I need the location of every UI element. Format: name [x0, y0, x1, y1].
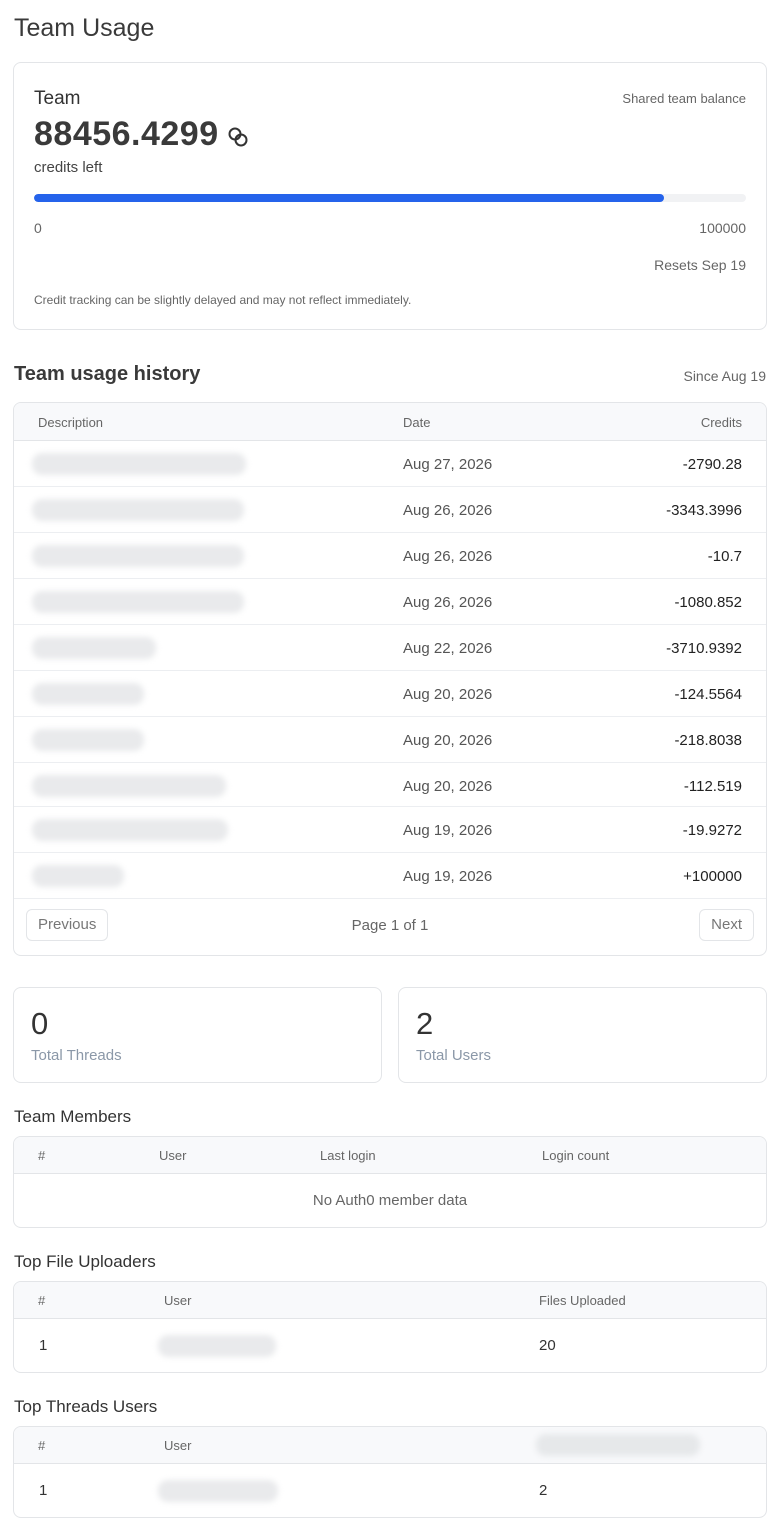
- row-credits: -1080.852: [674, 594, 742, 611]
- table-row: Aug 20, 2026 -124.5564: [14, 671, 766, 717]
- table-row: Aug 26, 2026 -10.7: [14, 533, 766, 579]
- credits-row: 88456.4299: [34, 115, 249, 154]
- redacted-description: [32, 545, 244, 567]
- top-file-uploaders-title: Top File Uploaders: [14, 1252, 156, 1271]
- row-credits: -2790.28: [682, 456, 742, 473]
- column-number: #: [38, 1438, 46, 1453]
- redacted-description: [32, 499, 244, 521]
- top-file-uploaders-table: # User Files Uploaded 1 20: [13, 1281, 767, 1373]
- progress-max-label: 100000: [699, 220, 746, 236]
- column-files-uploaded: Files Uploaded: [539, 1293, 626, 1308]
- table-row: Aug 22, 2026 -3710.9392: [14, 625, 766, 671]
- redacted-description: [32, 775, 226, 797]
- row-date: Aug 20, 2026: [403, 686, 493, 703]
- total-threads-card: 0 Total Threads: [13, 987, 382, 1083]
- redacted-column-header: [536, 1434, 700, 1456]
- top-threads-users-table: # User 1 2: [13, 1426, 767, 1518]
- empty-state-message: No Auth0 member data: [312, 1192, 468, 1209]
- column-user: User: [159, 1148, 187, 1163]
- redacted-description: [32, 637, 156, 659]
- table-row: Aug 27, 2026 -2790.28: [14, 441, 766, 487]
- table-row: Aug 19, 2026 +100000: [14, 853, 766, 899]
- row-date: Aug 20, 2026: [403, 778, 493, 795]
- team-balance-card: Team Shared team balance 88456.4299 cred…: [13, 62, 767, 330]
- row-date: Aug 26, 2026: [403, 548, 493, 565]
- column-number: #: [38, 1148, 46, 1163]
- page-title: Team Usage: [14, 14, 155, 42]
- total-users-label: Total Users: [416, 1047, 492, 1064]
- column-login-count: Login count: [542, 1148, 610, 1163]
- column-description: Description: [38, 415, 104, 430]
- row-date: Aug 19, 2026: [403, 822, 493, 839]
- table-header: Description Date Credits: [14, 403, 766, 441]
- redacted-user: [158, 1335, 276, 1357]
- row-credits: -3710.9392: [666, 640, 742, 657]
- next-button[interactable]: Next: [699, 909, 754, 941]
- column-date: Date: [403, 415, 431, 430]
- team-members-title: Team Members: [14, 1107, 132, 1126]
- resets-label: Resets Sep 19: [654, 257, 746, 273]
- redacted-description: [32, 819, 228, 841]
- row-date: Aug 22, 2026: [403, 640, 493, 657]
- redacted-description: [32, 683, 144, 705]
- table-header: # User Last login Login count: [14, 1137, 766, 1174]
- row-date: Aug 26, 2026: [403, 594, 493, 611]
- table-row: Aug 20, 2026 -218.8038: [14, 717, 766, 763]
- total-users-value: 2: [416, 1006, 434, 1041]
- redacted-description: [32, 729, 144, 751]
- row-date: Aug 27, 2026: [403, 456, 493, 473]
- shared-balance-label: Shared team balance: [622, 91, 746, 106]
- table-row: 1 20: [14, 1319, 766, 1372]
- column-user: User: [164, 1438, 192, 1453]
- redacted-description: [32, 591, 244, 613]
- redacted-user: [158, 1480, 278, 1502]
- redacted-description: [32, 865, 124, 887]
- row-credits: +100000: [683, 868, 742, 885]
- table-row: Aug 26, 2026 -3343.3996: [14, 487, 766, 533]
- coins-icon: [227, 126, 249, 148]
- top-threads-users-title: Top Threads Users: [14, 1397, 158, 1416]
- pagination: Previous Page 1 of 1 Next: [14, 899, 766, 955]
- row-number: 1: [39, 1482, 48, 1499]
- row-credits: -218.8038: [674, 732, 742, 749]
- total-users-card: 2 Total Users: [398, 987, 767, 1083]
- row-date: Aug 20, 2026: [403, 732, 493, 749]
- empty-row: No Auth0 member data: [14, 1174, 766, 1227]
- credits-progress-bar: [34, 194, 746, 202]
- row-number: 1: [39, 1337, 48, 1354]
- row-credits: -124.5564: [674, 686, 742, 703]
- row-date: Aug 26, 2026: [403, 502, 493, 519]
- progress-min-label: 0: [34, 220, 42, 236]
- column-number: #: [38, 1293, 46, 1308]
- row-credits: -19.9272: [682, 822, 742, 839]
- table-header: # User Files Uploaded: [14, 1282, 766, 1319]
- total-threads-value: 0: [31, 1006, 49, 1041]
- table-row: 1 2: [14, 1464, 766, 1517]
- table-row: Aug 26, 2026 -1080.852: [14, 579, 766, 625]
- team-label: Team: [34, 88, 81, 109]
- since-label: Since Aug 19: [683, 368, 766, 384]
- team-members-table: # User Last login Login count No Auth0 m…: [13, 1136, 767, 1228]
- table-row: Aug 19, 2026 -19.9272: [14, 807, 766, 853]
- redacted-description: [32, 453, 246, 475]
- column-last-login: Last login: [320, 1148, 376, 1163]
- column-user: User: [164, 1293, 192, 1308]
- table-header: # User: [14, 1427, 766, 1464]
- row-credits: -3343.3996: [666, 502, 742, 519]
- credits-value: 88456.4299: [34, 115, 219, 153]
- row-credits: -112.519: [683, 778, 742, 795]
- row-thread-count: 2: [539, 1482, 548, 1499]
- row-credits: -10.7: [707, 548, 742, 565]
- row-files-uploaded: 20: [539, 1337, 556, 1354]
- usage-history-title: Team usage history: [14, 363, 201, 385]
- page-info: Page 1 of 1: [351, 917, 429, 934]
- table-row: Aug 20, 2026 -112.519: [14, 763, 766, 807]
- usage-history-table: Description Date Credits Aug 27, 2026 -2…: [13, 402, 767, 956]
- row-date: Aug 19, 2026: [403, 868, 493, 885]
- column-credits: Credits: [700, 415, 742, 430]
- tracking-note: Credit tracking can be slightly delayed …: [34, 293, 412, 307]
- credits-left-label: credits left: [34, 159, 103, 176]
- credits-progress-fill: [34, 194, 664, 202]
- total-threads-label: Total Threads: [31, 1047, 122, 1064]
